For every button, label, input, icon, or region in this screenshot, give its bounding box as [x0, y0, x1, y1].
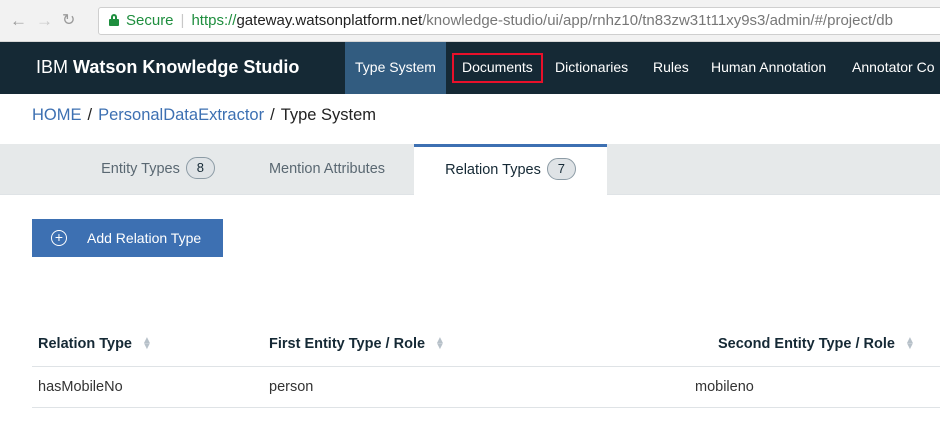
url-host: gateway.watsonplatform.net	[236, 12, 423, 29]
app-header: IBM Watson Knowledge Studio Type System …	[0, 42, 940, 94]
breadcrumb-separator: /	[87, 106, 93, 124]
add-button-label: Add Relation Type	[87, 230, 202, 246]
sort-icon[interactable]: ▲ ▼	[142, 336, 152, 352]
table-cell-first-entity: person	[269, 379, 314, 395]
count-badge: 7	[546, 158, 576, 180]
tab-mention-attributes[interactable]: Mention Attributes	[252, 144, 402, 195]
forward-arrow-icon[interactable]: →	[36, 11, 53, 31]
add-relation-type-button[interactable]: + Add Relation Type	[32, 219, 223, 257]
breadcrumb-separator: /	[270, 106, 275, 124]
column-header-label: Second Entity Type / Role	[718, 336, 895, 352]
browser-toolbar: ← → ↻ Secure | https://gateway.watsonplatf…	[0, 0, 940, 42]
brand-logo[interactable]: IBM Watson Knowledge Studio	[36, 42, 299, 94]
sort-icon[interactable]: ▲ ▼	[905, 336, 915, 352]
brand-prefix: IBM	[36, 57, 74, 77]
url-divider: |	[180, 12, 185, 29]
column-header-second-entity[interactable]: Second Entity Type / Role ▲ ▼	[718, 322, 915, 366]
secure-label: Secure	[126, 12, 174, 29]
nav-human-annotation[interactable]: Human Annotation	[701, 42, 836, 94]
table-header-divider	[32, 366, 940, 367]
brand-name: Watson Knowledge Studio	[73, 57, 300, 77]
nav-type-system[interactable]: Type System	[345, 42, 446, 94]
table-cell-second-entity: mobileno	[695, 379, 754, 395]
breadcrumb: HOME / PersonalDataExtractor / Type System	[32, 106, 376, 125]
lock-icon	[109, 14, 119, 26]
url-path: /knowledge-studio/ui/app/rnhz10/tn83zw31…	[422, 12, 893, 29]
breadcrumb-home[interactable]: HOME	[32, 106, 82, 124]
nav-dictionaries[interactable]: Dictionaries	[545, 42, 638, 94]
column-header-label: Relation Type	[38, 336, 132, 352]
tab-entity-types[interactable]: Entity Types 8	[78, 144, 238, 195]
nav-documents[interactable]: Documents	[452, 53, 543, 83]
back-arrow-icon[interactable]: ←	[10, 11, 27, 31]
reload-icon[interactable]: ↻	[62, 11, 75, 31]
column-header-relation-type[interactable]: Relation Type ▲ ▼	[38, 322, 152, 366]
address-bar[interactable]: Secure | https://gateway.watsonplatform.ne…	[98, 7, 940, 35]
column-header-first-entity[interactable]: First Entity Type / Role ▲ ▼	[269, 322, 445, 366]
tab-label: Entity Types	[101, 161, 180, 177]
breadcrumb-project[interactable]: PersonalDataExtractor	[98, 106, 264, 124]
column-header-label: First Entity Type / Role	[269, 336, 426, 352]
tab-label: Relation Types	[445, 162, 541, 178]
count-badge: 8	[185, 157, 215, 179]
nav-rules[interactable]: Rules	[643, 42, 699, 94]
breadcrumb-current: Type System	[280, 106, 377, 124]
table-cell-relation-type[interactable]: hasMobileNo	[38, 367, 123, 407]
type-system-tabs: Entity Types 8 Mention Attributes Relatio…	[0, 144, 940, 196]
url-protocol: https://	[191, 12, 237, 29]
tab-label: Mention Attributes	[268, 161, 386, 177]
nav-annotator-component[interactable]: Annotator Co	[842, 42, 940, 94]
tab-relation-types[interactable]: Relation Types 7	[414, 144, 607, 196]
table-row-divider	[32, 407, 940, 408]
plus-circle-icon: +	[51, 230, 67, 246]
sort-icon[interactable]: ▲ ▼	[435, 336, 445, 352]
